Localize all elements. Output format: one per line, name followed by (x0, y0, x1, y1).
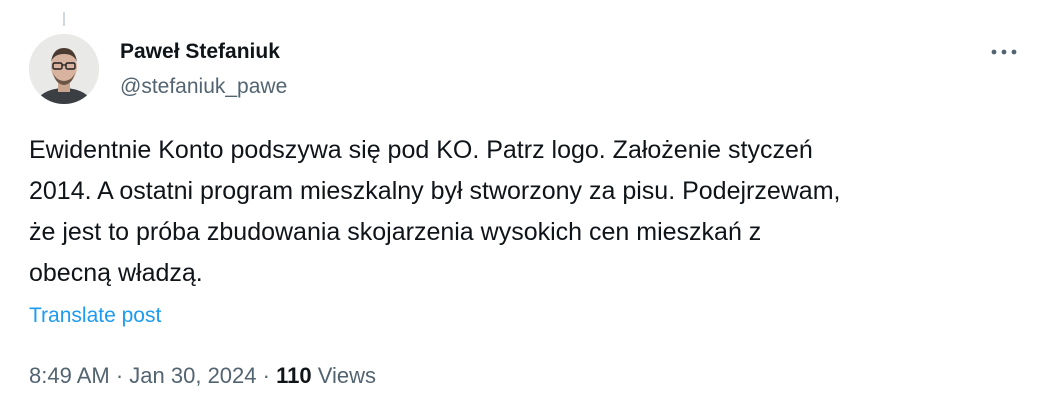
tweet-text: Ewidentnie Konto podszywa się pod KO. Pa… (29, 130, 1029, 294)
tweet-text-line: obecną władzą. (29, 259, 203, 287)
post-time-link[interactable]: 8:49 AM (29, 363, 110, 388)
views-label: Views (317, 363, 377, 388)
tweet-text-line: że jest to próba zbudowania skojarzenia … (29, 218, 762, 246)
views-count: 110 (276, 363, 312, 388)
translate-post-link[interactable]: Translate post (29, 304, 161, 328)
more-options-button[interactable] (986, 42, 1022, 62)
tweet-metadata: 8:49 AM · Jan 30, 2024 · 110 Views (29, 363, 376, 389)
tweet-text-line: Ewidentnie Konto podszywa się pod KO. Pa… (29, 136, 813, 164)
profile-photo-icon (29, 34, 99, 104)
author-display-name[interactable]: Paweł Stefaniuk (120, 40, 280, 64)
post-date-link[interactable]: Jan 30, 2024 (129, 363, 256, 388)
meta-separator: · (115, 363, 124, 388)
tweet-text-line: 2014. A ostatni program mieszkalny był s… (29, 177, 841, 205)
author-handle[interactable]: @stefaniuk_pawe (120, 75, 287, 99)
more-horizontal-icon (991, 49, 1017, 55)
avatar[interactable] (29, 34, 99, 104)
thread-connector-line (63, 12, 65, 26)
meta-separator: · (262, 363, 270, 388)
